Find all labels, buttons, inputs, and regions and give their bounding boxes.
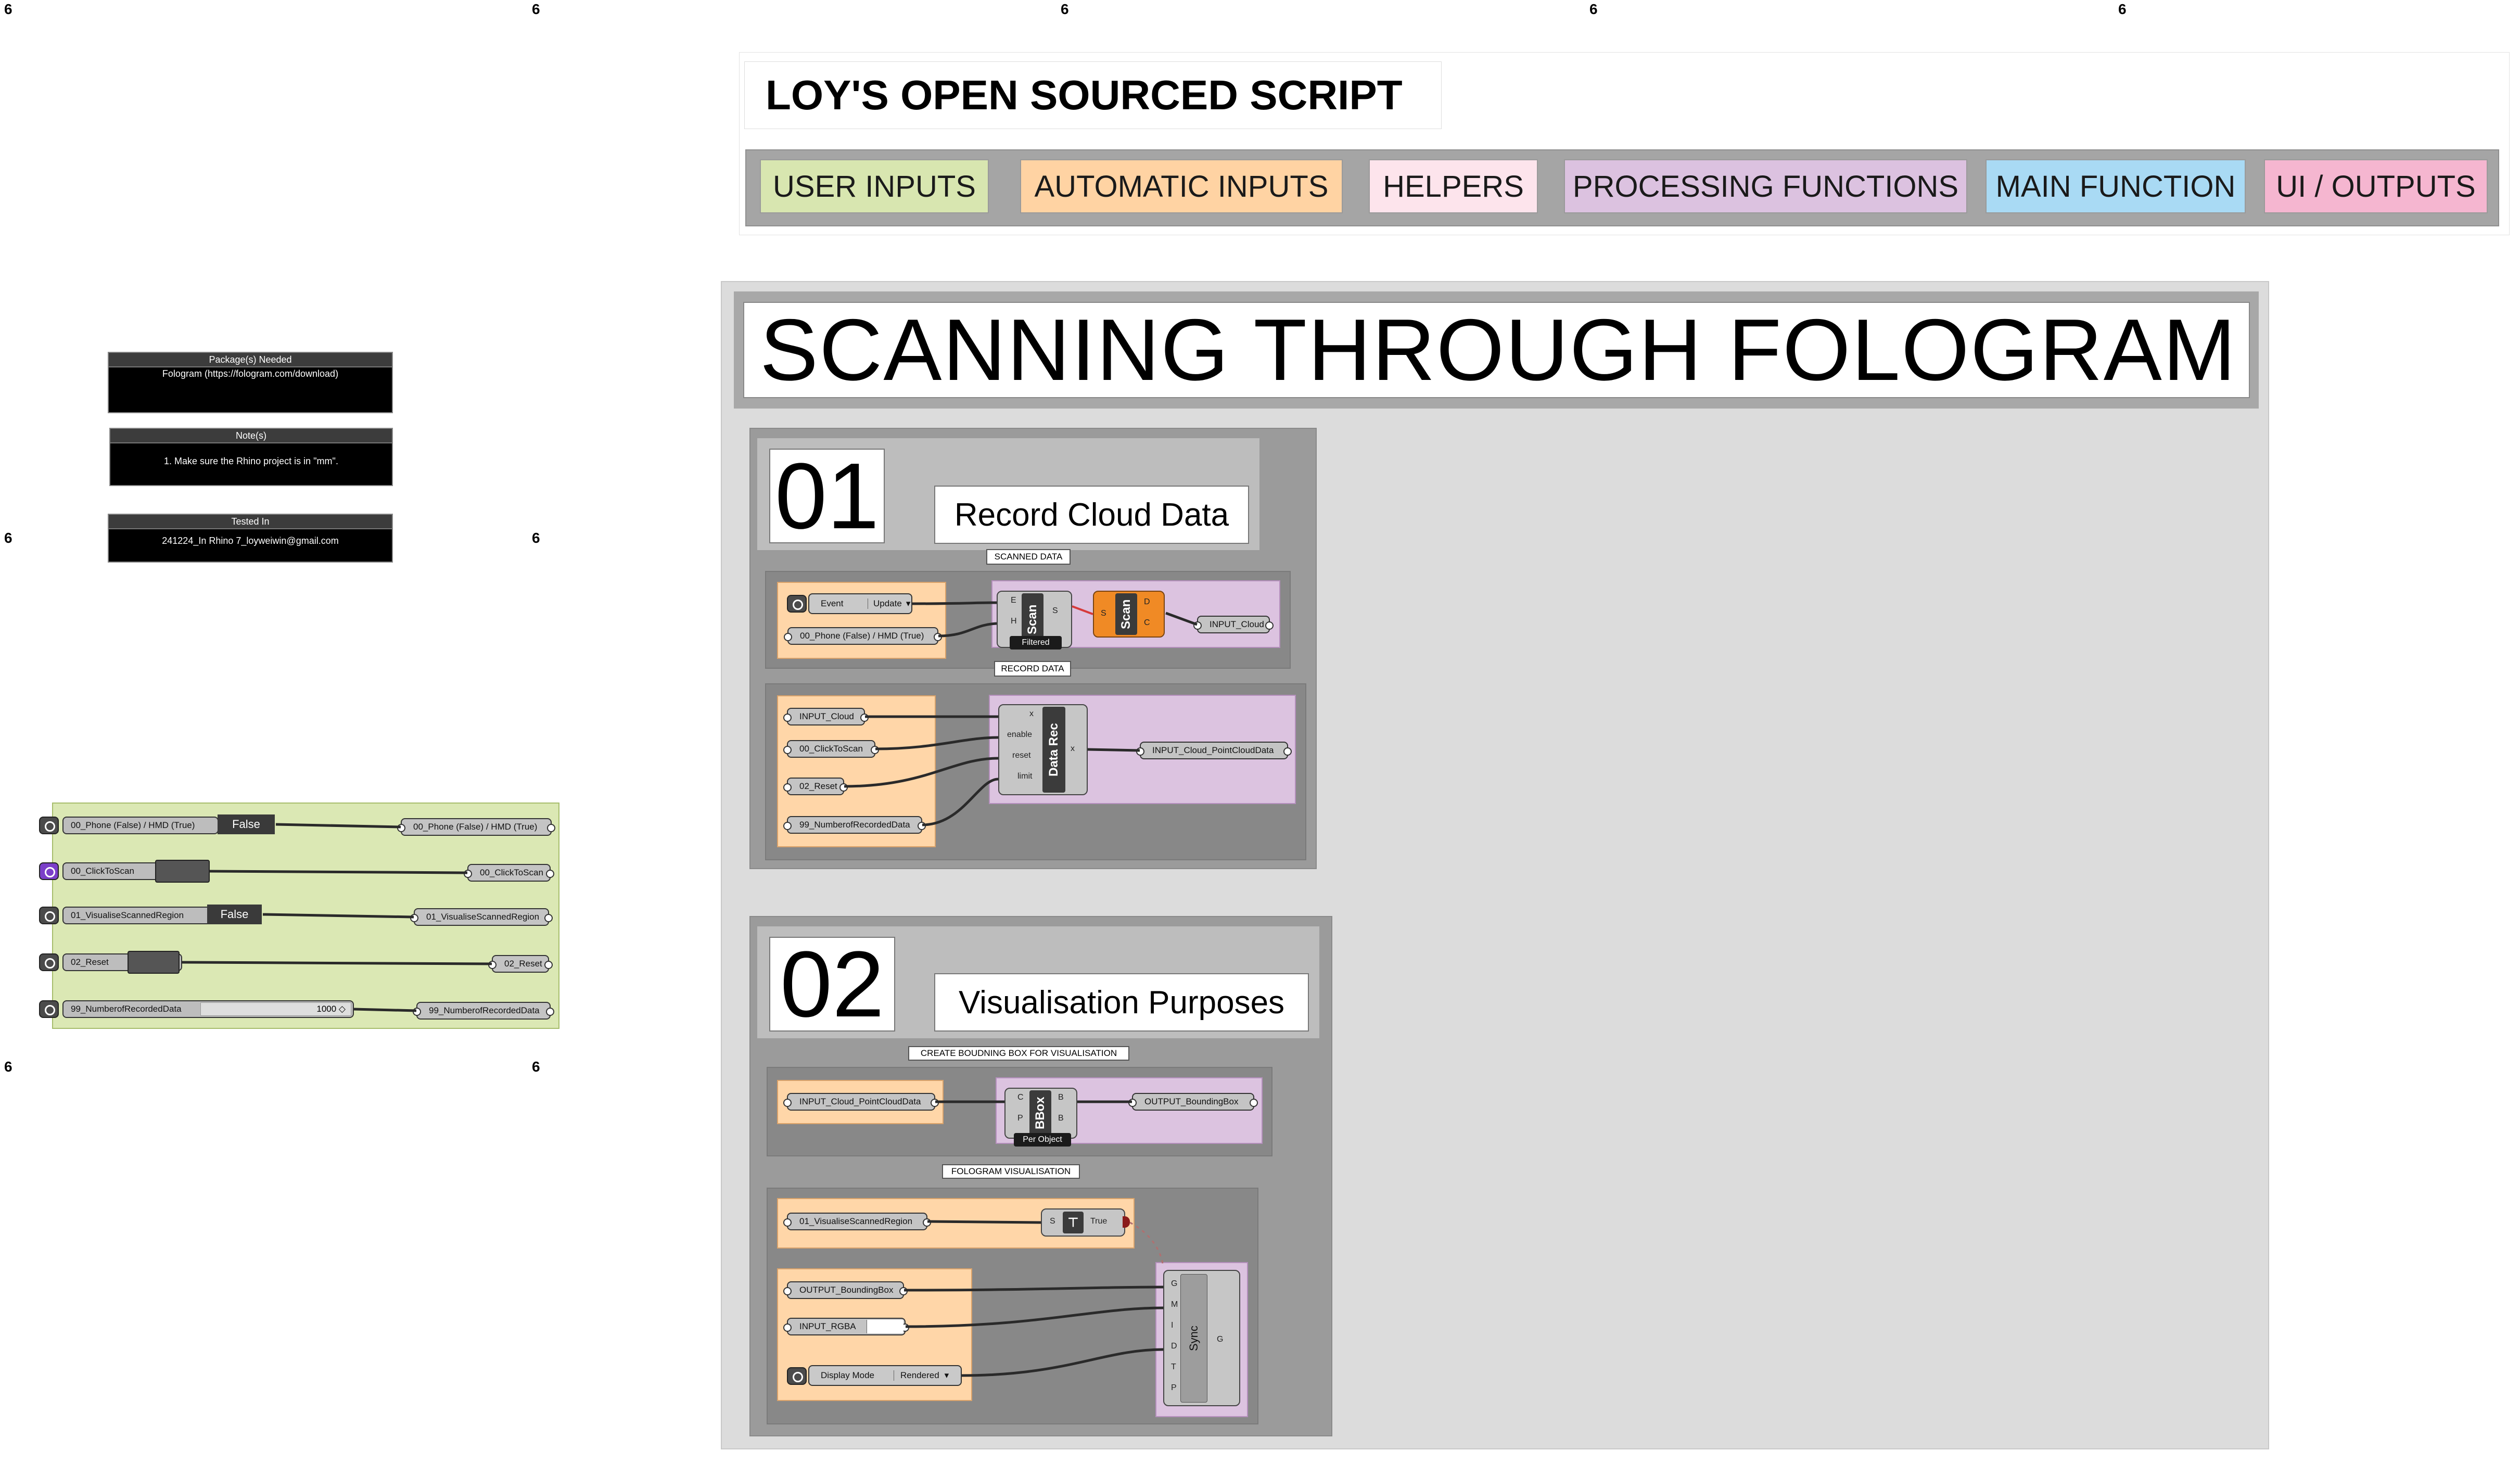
wire [905,1306,1164,1328]
wire [1129,1221,1164,1267]
wire [938,622,997,638]
wire [927,1220,1041,1224]
wire [181,961,492,965]
wire [1072,605,1093,615]
wire [912,601,997,605]
wire [262,913,414,919]
wire [903,1285,1164,1292]
wire [1165,612,1198,626]
wire [875,736,999,750]
wire [922,778,999,826]
wire-layer [181,601,1198,1377]
wire [353,1008,417,1012]
wire [1087,748,1140,752]
wire [275,823,401,829]
wire [209,870,468,874]
wire [844,757,999,788]
wire [961,1348,1164,1377]
